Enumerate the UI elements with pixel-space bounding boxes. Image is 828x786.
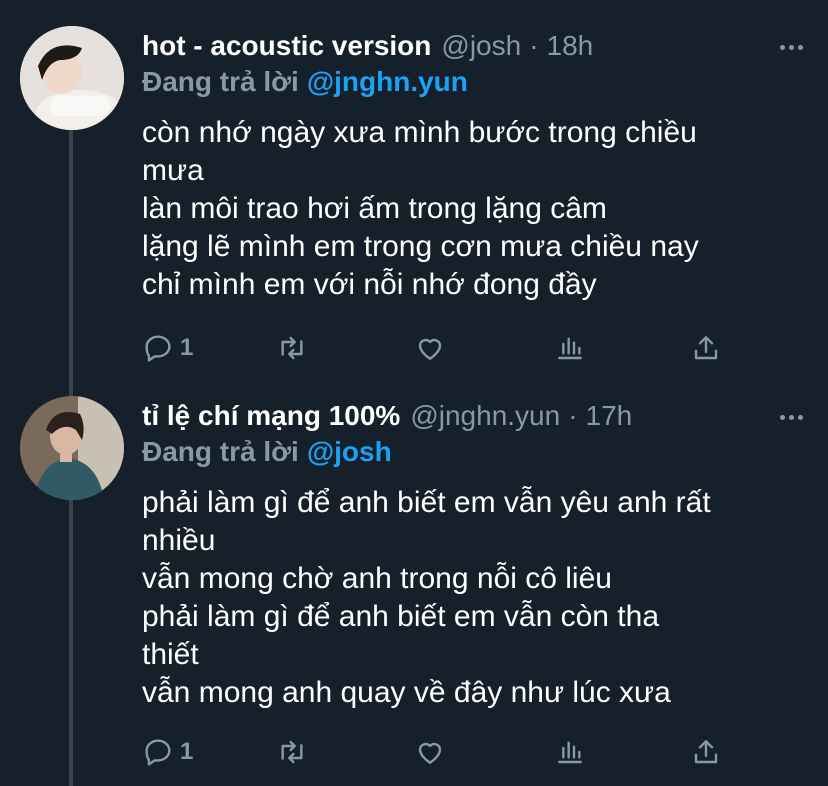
stats-icon bbox=[558, 337, 582, 360]
tweet[interactable]: tỉ lệ chí mạng 100% @jnghn.yun · 17h Đan… bbox=[0, 380, 828, 786]
tweet-header: tỉ lệ chí mạng 100% @jnghn.yun · 17h bbox=[142, 396, 806, 436]
replying-to-label: Đang trả lời bbox=[142, 436, 299, 467]
share-button[interactable] bbox=[690, 328, 722, 368]
tweet-text-line: còn nhớ ngày xưa mình bước trong chiều bbox=[142, 116, 697, 149]
retweet-icon bbox=[281, 740, 303, 764]
separator: · bbox=[529, 30, 539, 61]
reply-icon bbox=[145, 739, 171, 766]
replying-to: Đang trả lời @josh bbox=[142, 436, 392, 468]
analytics-button[interactable] bbox=[554, 732, 586, 772]
user-handle[interactable]: @jnghn.yun bbox=[410, 400, 560, 432]
reply-count: 1 bbox=[180, 334, 194, 361]
share-icon bbox=[694, 336, 718, 360]
more-options-icon[interactable] bbox=[776, 32, 806, 62]
avatar-image bbox=[20, 396, 124, 500]
tweet-actions: 1 bbox=[142, 328, 742, 368]
retweet-button[interactable] bbox=[276, 328, 308, 368]
display-name[interactable]: hot - acoustic version bbox=[142, 30, 431, 62]
mention-link[interactable]: @josh bbox=[307, 436, 392, 467]
share-icon bbox=[694, 740, 718, 764]
retweet-button[interactable] bbox=[276, 732, 308, 772]
user-handle[interactable]: @josh bbox=[441, 30, 521, 62]
analytics-button[interactable] bbox=[554, 328, 586, 368]
like-button[interactable] bbox=[414, 328, 446, 368]
tweet-actions: 1 bbox=[142, 732, 742, 772]
tweet-text-line: phải làm gì để anh biết em vẫn yêu anh r… bbox=[142, 486, 711, 519]
like-icon bbox=[418, 742, 442, 764]
tweet-text-line: thiết bbox=[142, 638, 199, 671]
reply-count: 1 bbox=[180, 738, 194, 765]
tweet-text-line: làn môi trao hơi ấm trong lặng câm bbox=[142, 192, 607, 225]
share-button[interactable] bbox=[690, 732, 722, 772]
like-icon bbox=[418, 338, 442, 360]
reply-button[interactable]: 1 bbox=[142, 328, 193, 368]
tweet-text-line: vẫn mong chờ anh trong nỗi cô liêu bbox=[142, 562, 612, 595]
stats-icon bbox=[558, 741, 582, 764]
replying-to-label: Đang trả lời bbox=[142, 66, 299, 97]
avatar[interactable] bbox=[20, 396, 124, 500]
tweet-text-line: chỉ mình em với nỗi nhớ đong đầy bbox=[142, 268, 597, 301]
separator: · bbox=[568, 400, 578, 431]
more-options-icon[interactable] bbox=[776, 402, 806, 432]
tweet-text-line: vẫn mong anh quay về đây như lúc xưa bbox=[142, 676, 671, 709]
retweet-icon bbox=[281, 336, 303, 360]
tweet[interactable]: hot - acoustic version @josh · 18h Đang … bbox=[0, 0, 828, 380]
tweet-header: hot - acoustic version @josh · 18h bbox=[142, 26, 806, 66]
reply-button[interactable]: 1 bbox=[142, 732, 193, 772]
avatar-image bbox=[20, 26, 124, 130]
avatar[interactable] bbox=[20, 26, 124, 130]
tweet-text-line: lặng lẽ mình em trong cơn mưa chiều nay bbox=[142, 230, 699, 263]
timestamp[interactable]: 17h bbox=[586, 400, 633, 432]
like-button[interactable] bbox=[414, 732, 446, 772]
replying-to: Đang trả lời @jnghn.yun bbox=[142, 66, 468, 98]
tweet-text: còn nhớ ngày xưa mình bước trong chiều m… bbox=[142, 114, 802, 304]
tweet-text-line: phải làm gì để anh biết em vẫn còn tha bbox=[142, 600, 660, 633]
tweet-text-line: nhiều bbox=[142, 524, 216, 557]
display-name[interactable]: tỉ lệ chí mạng 100% bbox=[142, 400, 400, 432]
reply-icon bbox=[145, 335, 171, 362]
tweet-text-line: mưa bbox=[142, 154, 204, 187]
tweet-text: phải làm gì để anh biết em vẫn yêu anh r… bbox=[142, 484, 802, 712]
timestamp[interactable]: 18h bbox=[547, 30, 594, 62]
mention-link[interactable]: @jnghn.yun bbox=[307, 66, 468, 97]
